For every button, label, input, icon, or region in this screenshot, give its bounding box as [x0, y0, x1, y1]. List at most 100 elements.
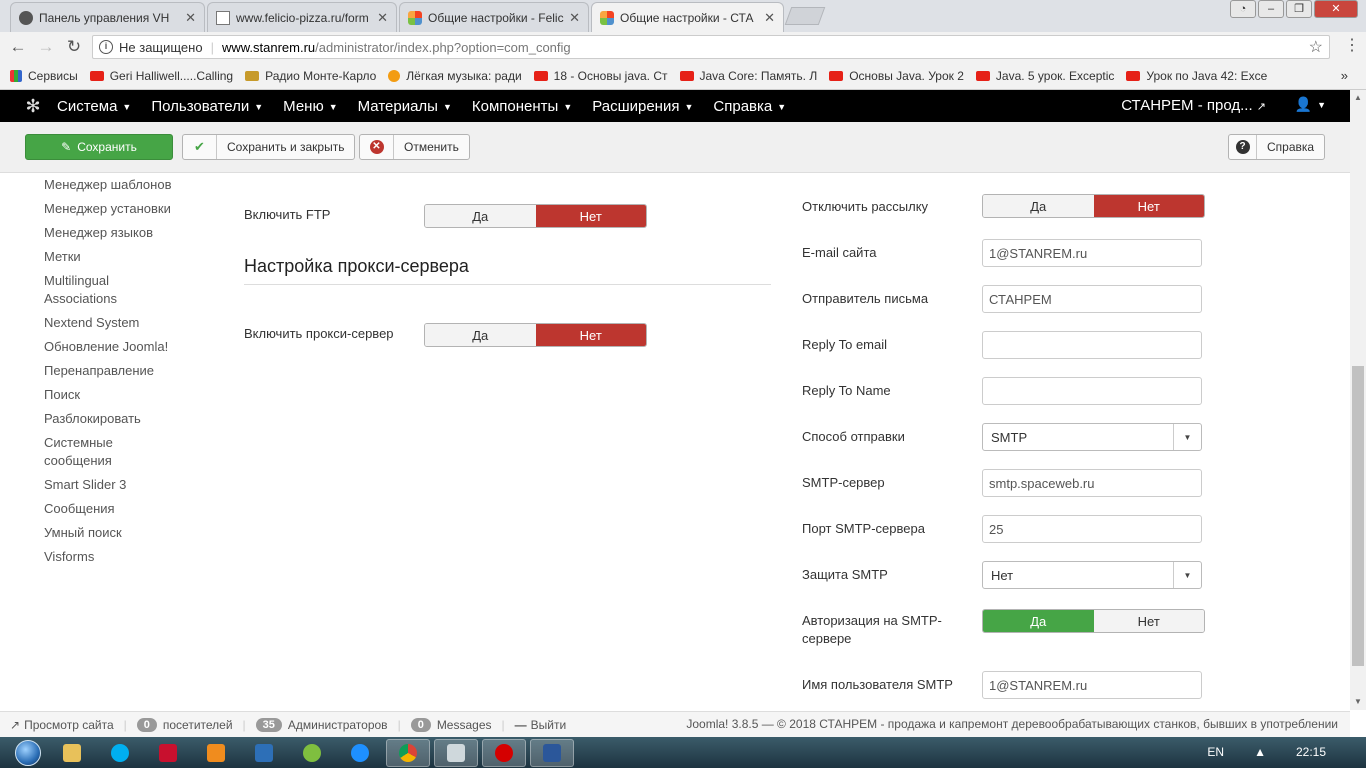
page-scrollbar[interactable]: ▲ ▼	[1350, 90, 1366, 710]
scroll-down-icon[interactable]: ▼	[1350, 694, 1366, 710]
smtp-user-input[interactable]: 1@STANREM.ru	[982, 671, 1202, 699]
url-input[interactable]: i Не защищено | www.stanrem.ru /administ…	[92, 35, 1330, 59]
menu-content[interactable]: Материалы ▼	[358, 98, 452, 115]
bookmark-item[interactable]: Java. 5 урок. Exceptic	[975, 69, 1114, 83]
taskbar-app[interactable]	[482, 738, 526, 767]
taskbar-app[interactable]	[50, 739, 94, 767]
bookmark-item[interactable]: Java Core: Память. Л	[679, 69, 817, 83]
taskbar-app[interactable]	[386, 738, 430, 767]
sidebar-item[interactable]: Менеджер языков	[44, 224, 194, 242]
bookmark-item[interactable]: Сервисы	[10, 69, 78, 83]
view-site-link[interactable]: ↗ Просмотр сайта	[10, 718, 114, 732]
tray-expand-icon[interactable]: ▲	[1254, 745, 1266, 759]
user-icon[interactable]: ◔	[1230, 0, 1256, 18]
browser-tab-2[interactable]: www.felicio-pizza.ru/form ✕	[207, 2, 397, 32]
sidebar-item[interactable]: Поиск	[44, 386, 194, 404]
taskbar-app[interactable]	[530, 738, 574, 767]
browser-tab-3[interactable]: Общие настройки - Felic ✕	[399, 2, 589, 32]
bookmark-item[interactable]: 18 - Основы java. Ст	[533, 69, 668, 83]
sidebar-item[interactable]: Visforms	[44, 548, 194, 566]
save-close-button[interactable]: ✔ Сохранить и закрыть	[182, 134, 356, 160]
smtp-port-input[interactable]: 25	[982, 515, 1202, 543]
site-link[interactable]: СТАНРЕМ - прод... ↗	[1121, 97, 1266, 114]
taskbar-app[interactable]	[290, 739, 334, 767]
close-icon[interactable]: ✕	[764, 10, 775, 26]
bookmark-item[interactable]: Лёгкая музыка: ради	[388, 69, 522, 83]
close-window-icon[interactable]: ✕	[1314, 0, 1358, 18]
mailer-select[interactable]: SMTP ▼	[982, 423, 1202, 451]
cancel-button[interactable]: ✕ Отменить	[359, 134, 470, 160]
logout-link[interactable]: — Выйти	[515, 718, 567, 732]
taskbar-app[interactable]	[146, 739, 190, 767]
sidebar-item[interactable]: Метки	[44, 248, 194, 266]
bookmark-item[interactable]: Geri Halliwell.....Calling	[89, 69, 233, 83]
sidebar-item[interactable]: Разблокировать	[44, 410, 194, 428]
close-icon[interactable]: ✕	[569, 10, 580, 26]
site-email-input[interactable]: 1@STANREM.ru	[982, 239, 1202, 267]
sidebar-item[interactable]: Сообщения	[44, 500, 194, 518]
reload-icon[interactable]: ↻	[60, 37, 88, 57]
sidebar-item[interactable]: Smart Slider 3	[44, 476, 194, 494]
sidebar-item[interactable]: Умный поиск	[44, 524, 194, 542]
maximize-icon[interactable]: ❐	[1286, 0, 1312, 18]
sidebar-item[interactable]: Менеджер установки	[44, 200, 194, 218]
disable-mail-yes-option[interactable]: Да	[983, 195, 1094, 217]
proxy-yes-option[interactable]: Да	[425, 324, 536, 346]
user-menu[interactable]: 👤 ▼	[1295, 96, 1326, 113]
smtp-secure-select[interactable]: Нет ▼	[982, 561, 1202, 589]
bookmark-item[interactable]: Основы Java. Урок 2	[829, 69, 964, 83]
start-button[interactable]	[8, 737, 48, 768]
ftp-no-option[interactable]: Нет	[535, 205, 646, 227]
save-button[interactable]: ✎ Сохранить	[25, 134, 173, 160]
proxy-toggle[interactable]: Да Нет	[424, 323, 647, 347]
bookmark-item[interactable]: Радио Монте-Карло	[245, 69, 376, 83]
bookmark-item[interactable]: Урок по Java 42: Exce	[1126, 69, 1267, 83]
bookmark-star-icon[interactable]: ☆	[1309, 37, 1323, 57]
menu-system[interactable]: Система ▼	[57, 98, 131, 115]
clock[interactable]: 22:15	[1296, 745, 1326, 759]
taskbar-app[interactable]	[434, 738, 478, 767]
visitors-link[interactable]: 0 посетителей	[136, 717, 233, 732]
disable-mail-toggle[interactable]: Да Нет	[982, 194, 1205, 218]
menu-extensions[interactable]: Расширения ▼	[592, 98, 693, 115]
sidebar-item[interactable]: Перенаправление	[44, 362, 194, 380]
joomla-logo-icon[interactable]: ✻	[24, 97, 42, 115]
scroll-up-icon[interactable]: ▲	[1350, 90, 1366, 106]
taskbar-app[interactable]	[338, 739, 382, 767]
new-tab-button[interactable]	[784, 7, 826, 25]
proxy-no-option[interactable]: Нет	[535, 324, 646, 346]
reply-to-email-input[interactable]	[982, 331, 1202, 359]
minimize-icon[interactable]: –	[1258, 0, 1284, 18]
scroll-thumb[interactable]	[1352, 366, 1364, 666]
from-name-input[interactable]: СТАНРЕМ	[982, 285, 1202, 313]
sidebar-item[interactable]: Менеджер шаблонов	[44, 176, 194, 194]
info-icon[interactable]: i	[99, 40, 113, 54]
help-button[interactable]: ? Справка	[1228, 134, 1326, 160]
ftp-toggle[interactable]: Да Нет	[424, 204, 647, 228]
admins-link[interactable]: 35 Администраторов	[255, 717, 388, 732]
sidebar-item[interactable]: Nextend System	[44, 314, 194, 332]
browser-tab-1[interactable]: Панель управления VH ✕	[10, 2, 205, 32]
sidebar-item[interactable]: Обновление Joomla!	[44, 338, 194, 356]
browser-menu-icon[interactable]: ⋮	[1344, 38, 1360, 54]
taskbar-app[interactable]	[242, 739, 286, 767]
taskbar-app[interactable]	[98, 739, 142, 767]
taskbar-app[interactable]	[194, 739, 238, 767]
smtp-host-input[interactable]: smtp.spaceweb.ru	[982, 469, 1202, 497]
menu-help[interactable]: Справка ▼	[713, 98, 786, 115]
back-icon[interactable]: ←	[4, 37, 32, 57]
language-indicator[interactable]: EN	[1207, 745, 1224, 759]
menu-menus[interactable]: Меню ▼	[283, 98, 337, 115]
browser-tab-4[interactable]: Общие настройки - СТА ✕	[591, 2, 784, 32]
menu-components[interactable]: Компоненты ▼	[472, 98, 572, 115]
disable-mail-no-option[interactable]: Нет	[1093, 195, 1204, 217]
smtp-auth-no-option[interactable]: Нет	[1093, 610, 1204, 632]
messages-link[interactable]: 0 Messages	[410, 717, 492, 732]
sidebar-item[interactable]: Multilingual Associations	[44, 272, 144, 308]
forward-icon[interactable]: →	[32, 37, 60, 57]
menu-users[interactable]: Пользователи ▼	[151, 98, 263, 115]
ftp-yes-option[interactable]: Да	[425, 205, 536, 227]
smtp-auth-yes-option[interactable]: Да	[983, 610, 1094, 632]
bookmarks-overflow-button[interactable]: »	[1341, 68, 1348, 83]
close-icon[interactable]: ✕	[377, 10, 388, 26]
